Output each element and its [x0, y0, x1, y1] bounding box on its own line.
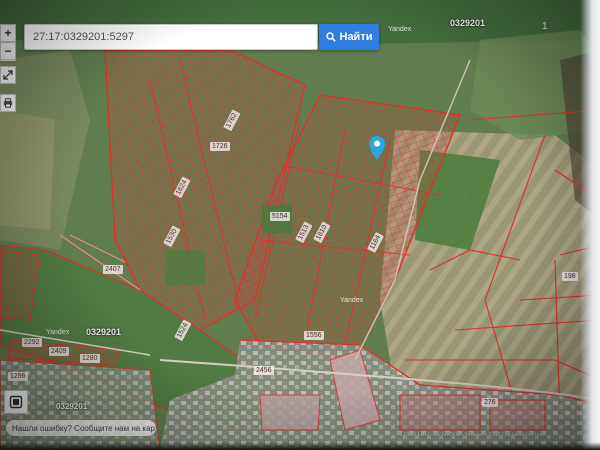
fullscreen-button[interactable]: [0, 66, 16, 84]
cadastral-label[interactable]: 1726: [210, 142, 230, 151]
zoom-in-button[interactable]: +: [0, 24, 16, 42]
search-icon: [325, 32, 336, 42]
layers-icon: [9, 395, 23, 409]
expand-icon: [3, 70, 13, 80]
cadastral-label[interactable]: 1556: [304, 331, 324, 340]
feedback-link[interactable]: Нашли ошибку? Сообщите нам на карте: [6, 420, 156, 436]
cadastral-label[interactable]: 1296: [8, 372, 28, 381]
cadastral-label[interactable]: 2292: [22, 338, 42, 347]
yandex-watermark: Yandex: [388, 26, 412, 33]
plus-icon: +: [4, 26, 12, 40]
yandex-watermark: Yandex: [46, 329, 70, 336]
quarter-label: 0329201: [86, 327, 122, 337]
cadastral-label[interactable]: 5154: [270, 212, 290, 221]
copyright-text: © ООО НТЦ «СКАНЭКС», Image © 2018 Digita…: [398, 432, 544, 438]
map-viewport[interactable]: 100 1762 1726 1624 1530 5154 1513 1810 1…: [0, 0, 600, 450]
search-input[interactable]: [33, 31, 317, 43]
quarter-label-top: 0329201: [450, 18, 486, 28]
zoom-out-button[interactable]: −: [0, 42, 16, 60]
cadastral-label[interactable]: 2409: [49, 347, 69, 356]
print-button[interactable]: [0, 94, 16, 112]
search-button[interactable]: Найти: [319, 24, 379, 50]
minus-icon: −: [4, 44, 12, 58]
cadastral-label[interactable]: 1280: [80, 354, 100, 363]
yandex-watermark: Yandex: [340, 297, 364, 304]
cadastral-label[interactable]: 276: [482, 398, 498, 407]
cadastral-label: 1: [542, 21, 548, 32]
cadastral-label[interactable]: 2456: [254, 366, 274, 375]
printer-icon: [3, 98, 13, 108]
search-button-label: Найти: [339, 31, 373, 43]
search-bar[interactable]: [24, 24, 318, 50]
layers-button[interactable]: [4, 390, 28, 414]
satellite-map[interactable]: [0, 0, 600, 450]
cadastral-label[interactable]: 198: [562, 272, 578, 281]
quarter-label: 0329201: [56, 402, 88, 411]
location-pin-icon[interactable]: [369, 136, 385, 160]
cadastral-label[interactable]: 2407: [103, 265, 123, 274]
